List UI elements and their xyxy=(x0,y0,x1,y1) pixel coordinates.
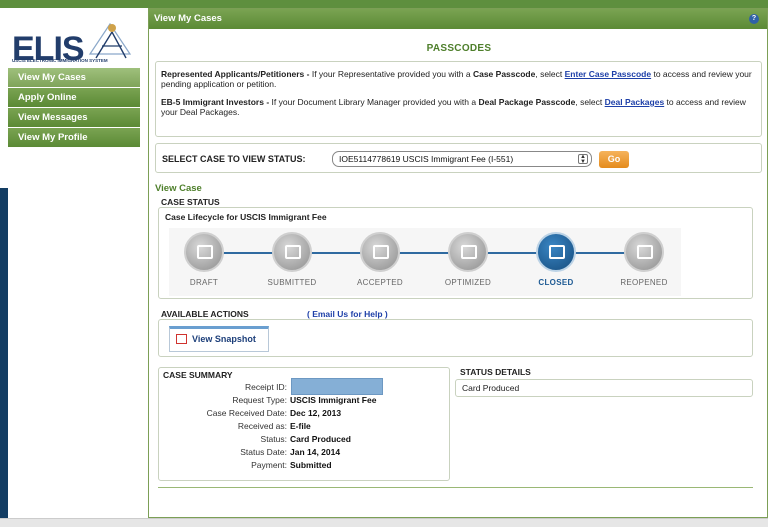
sidebar-item-view-my-cases[interactable]: View My Cases xyxy=(8,68,140,88)
step-draft: DRAFT xyxy=(169,232,239,287)
eb5-text-2: , select xyxy=(575,97,605,107)
summary-row: Status Date: Jan 14, 2014 xyxy=(159,447,451,457)
step-label: CLOSED xyxy=(538,278,574,287)
step-submitted: SUBMITTED xyxy=(257,232,327,287)
step-label: REOPENED xyxy=(620,278,668,287)
optimized-icon xyxy=(448,232,488,272)
represented-heading: Represented Applicants/Petitioners - xyxy=(161,69,312,79)
step-reopened: REOPENED xyxy=(609,232,679,287)
sidebar-item-view-messages[interactable]: View Messages xyxy=(8,108,140,128)
summary-key: Status Date: xyxy=(240,447,287,457)
divider xyxy=(158,487,753,488)
snapshot-icon xyxy=(176,334,187,344)
step-label: SUBMITTED xyxy=(267,278,317,287)
status-details-title: STATUS DETAILS xyxy=(460,367,531,377)
select-case-label: SELECT CASE TO VIEW STATUS: xyxy=(162,154,306,164)
deal-package-passcode-term: Deal Package Passcode xyxy=(478,97,576,107)
eb5-paragraph: EB-5 Immigrant Investors - If your Docum… xyxy=(161,97,756,117)
lifecycle-steps: DRAFT SUBMITTED ACCEPTED OPTIMIZED CLOSE… xyxy=(169,228,681,296)
case-select[interactable]: IOE5114778619 USCIS Immigrant Fee (I-551… xyxy=(332,151,592,167)
step-label: OPTIMIZED xyxy=(444,278,492,287)
window-bottom-bar xyxy=(0,518,768,527)
top-bar xyxy=(0,0,768,8)
enter-case-passcode-link[interactable]: Enter Case Passcode xyxy=(565,69,651,79)
summary-key: Request Type: xyxy=(232,395,287,405)
summary-key: Received as: xyxy=(237,421,287,431)
accepted-icon xyxy=(360,232,400,272)
help-icon[interactable]: ? xyxy=(749,14,759,24)
view-case-title: View Case xyxy=(155,183,202,194)
summary-value: E-file xyxy=(290,421,311,431)
summary-key: Case Received Date: xyxy=(206,408,287,418)
summary-key: Payment: xyxy=(251,460,287,470)
eb5-text: If your Document Library Manager provide… xyxy=(271,97,479,107)
sidebar-item-apply-online[interactable]: Apply Online xyxy=(8,88,140,108)
represented-text: If your Representative provided you with… xyxy=(311,69,473,79)
statue-of-liberty-icon xyxy=(88,22,132,59)
case-passcode-term: Case Passcode xyxy=(472,69,536,79)
step-label: ACCEPTED xyxy=(357,278,403,287)
status-details-text: Card Produced xyxy=(462,383,520,393)
go-button[interactable]: Go xyxy=(599,151,629,168)
summary-value: USCIS Immigrant Fee xyxy=(290,395,377,405)
closed-icon xyxy=(536,232,576,272)
represented-text-2: , select xyxy=(535,69,565,79)
case-summary-box: CASE SUMMARY Receipt ID: Request Type: US… xyxy=(158,367,450,481)
page-title: View My Cases xyxy=(154,13,222,24)
view-snapshot-button[interactable]: View Snapshot xyxy=(169,326,269,352)
eb5-heading: EB-5 Immigrant Investors - xyxy=(161,97,272,107)
case-select-value: IOE5114778619 USCIS Immigrant Fee (I-551… xyxy=(339,154,514,164)
summary-row: Status: Card Produced xyxy=(159,434,451,444)
summary-value: Submitted xyxy=(290,460,332,470)
represented-paragraph: Represented Applicants/Petitioners - If … xyxy=(161,69,756,89)
summary-row: Receipt ID: xyxy=(159,382,451,392)
status-details-box: Card Produced xyxy=(455,379,753,397)
summary-value: Card Produced xyxy=(290,434,351,444)
actions-box: View Snapshot xyxy=(158,319,753,357)
step-optimized: OPTIMIZED xyxy=(433,232,503,287)
updown-arrow-icon: ▲ ▼ xyxy=(578,154,588,165)
summary-value: Dec 12, 2013 xyxy=(290,408,342,418)
step-accepted: ACCEPTED xyxy=(345,232,415,287)
case-summary-title: CASE SUMMARY xyxy=(163,370,233,380)
select-case-box: SELECT CASE TO VIEW STATUS: IOE511477861… xyxy=(155,143,762,173)
main-panel: View My Cases ? PASSCODES Represented Ap… xyxy=(148,8,768,518)
logo-subtitle: USCIS ELECTRONIC IMMIGRATION SYSTEM xyxy=(12,58,108,63)
submitted-icon xyxy=(272,232,312,272)
panel-header: View My Cases ? xyxy=(149,9,767,29)
summary-row: Payment: Submitted xyxy=(159,460,451,470)
step-label: DRAFT xyxy=(189,278,219,287)
available-actions-title: AVAILABLE ACTIONS xyxy=(161,309,249,319)
reopened-icon xyxy=(624,232,664,272)
summary-key: Receipt ID: xyxy=(244,382,287,392)
summary-row: Case Received Date: Dec 12, 2013 xyxy=(159,408,451,418)
summary-key: Status: xyxy=(260,434,287,444)
passcodes-box: Represented Applicants/Petitioners - If … xyxy=(155,61,762,137)
draft-icon xyxy=(184,232,224,272)
case-status-title: CASE STATUS xyxy=(161,197,220,207)
elis-logo: ELIS USCIS ELECTRONIC IMMIGRATION SYSTEM xyxy=(0,8,148,68)
sidebar: View My Cases Apply Online View Messages… xyxy=(8,68,140,148)
summary-value: Jan 14, 2014 xyxy=(290,447,341,457)
deal-packages-link[interactable]: Deal Packages xyxy=(605,97,665,107)
left-decorative-strip xyxy=(0,188,8,518)
sidebar-item-view-my-profile[interactable]: View My Profile xyxy=(8,128,140,148)
summary-row: Received as: E-file xyxy=(159,421,451,431)
view-snapshot-label: View Snapshot xyxy=(192,334,256,344)
summary-row: Request Type: USCIS Immigrant Fee xyxy=(159,395,451,405)
passcodes-title: PASSCODES xyxy=(426,43,492,54)
lifecycle-box: Case Lifecycle for USCIS Immigrant Fee D… xyxy=(158,207,753,299)
step-closed: CLOSED xyxy=(521,232,591,287)
logo-text: ELIS xyxy=(12,30,85,68)
lifecycle-title: Case Lifecycle for USCIS Immigrant Fee xyxy=(165,212,327,222)
email-help-link[interactable]: ( Email Us for Help ) xyxy=(307,309,388,319)
